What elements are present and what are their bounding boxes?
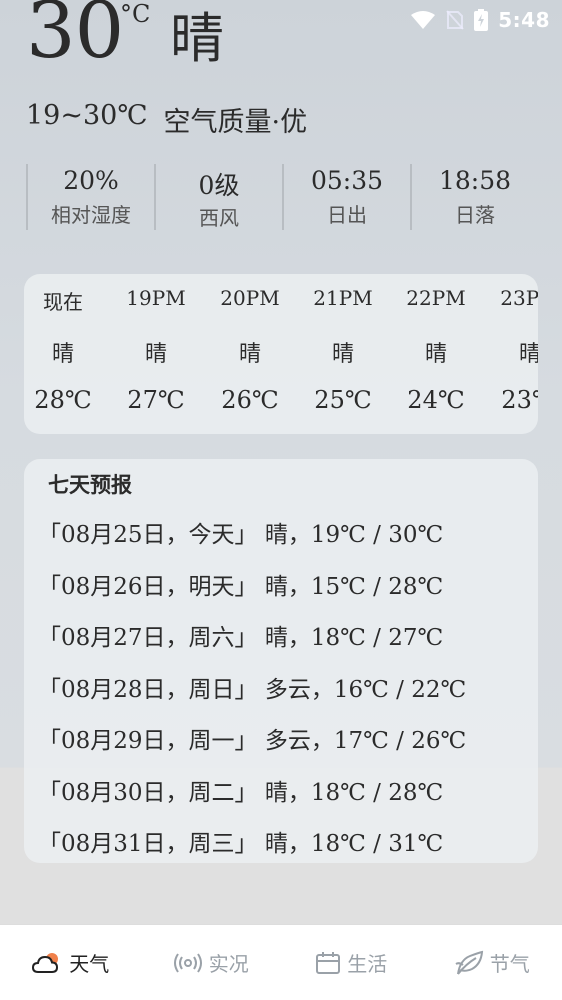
forecast-row: 「08月26日，明天」 晴，15℃ / 28℃ (38, 574, 444, 600)
forecast-row: 「08月30日，周二」 晴，18℃ / 28℃ (38, 780, 444, 806)
hourly-condition: 晴 (331, 342, 354, 367)
hourly-item: 现在 晴 28℃ (24, 274, 103, 434)
stat-value: 20% (63, 166, 119, 195)
status-time: 5:48 (498, 8, 550, 32)
battery-charging-icon (474, 9, 489, 31)
status-bar: 5:48 (410, 6, 550, 34)
current-temperature: 30 (26, 0, 124, 76)
weather-stats: 20% 相对湿度 0级 西风 05:35 日出 18:58 日落 (26, 164, 538, 230)
hourly-temp: 27℃ (127, 386, 185, 414)
nav-label: 实况 (208, 952, 249, 976)
stat-sunset: 18:58 日落 (410, 164, 538, 230)
hourly-time: 20PM (220, 286, 280, 310)
current-condition: 晴 (170, 7, 224, 70)
hourly-time: 现在 (43, 290, 83, 314)
stat-value: 18:58 (438, 166, 512, 195)
hourly-time: 22PM (406, 286, 466, 310)
hourly-item: 19PM 晴 27℃ (116, 274, 196, 434)
forecast-row: 「08月29日，周一」 多云，17℃ / 26℃ (38, 728, 467, 754)
forecast-row: 「08月28日，周日」 多云，16℃ / 22℃ (38, 677, 467, 703)
stat-value: 05:35 (310, 166, 384, 195)
leaf-icon (455, 950, 483, 975)
hourly-time: 19PM (126, 286, 186, 310)
nav-solar-terms[interactable]: 节气 (422, 925, 562, 1000)
stat-humidity: 20% 相对湿度 (26, 164, 154, 230)
seven-day-forecast: 七天预报 「08月25日，今天」 晴，19℃ / 30℃ 「08月26日，明天」… (24, 459, 538, 863)
hourly-temp: 24℃ (407, 386, 465, 414)
hourly-condition: 晴 (518, 342, 538, 367)
bottom-nav: 天气 实况 生活 节气 (0, 924, 562, 1000)
nav-live[interactable]: 实况 (141, 925, 282, 1000)
nav-weather[interactable]: 天气 (0, 925, 141, 1000)
hourly-temp: 25℃ (314, 386, 372, 414)
stat-label: 相对湿度 (51, 203, 131, 227)
hourly-temp: 23℃ (501, 386, 538, 414)
air-quality: 空气质量·优 (163, 107, 308, 138)
hourly-item: 20PM 晴 26℃ (210, 274, 290, 434)
no-sim-icon (446, 10, 464, 30)
stat-value: 0级 (198, 171, 240, 200)
forecast-title: 七天预报 (48, 472, 132, 497)
stat-label: 日出 (327, 203, 367, 227)
hourly-time: 23PM (500, 286, 538, 310)
nav-label: 生活 (347, 952, 388, 976)
hourly-forecast[interactable]: 现在 晴 28℃ 19PM 晴 27℃ 20PM 晴 26℃ 21PM 晴 25… (24, 274, 538, 434)
hourly-condition: 晴 (51, 342, 74, 367)
nav-label: 天气 (69, 952, 110, 976)
hourly-item: 21PM 晴 25℃ (303, 274, 383, 434)
nav-label: 节气 (489, 952, 530, 976)
range-line: 19~30℃ 空气质量·优 (26, 100, 307, 139)
forecast-row: 「08月31日，周三」 晴，18℃ / 31℃ (38, 831, 444, 857)
hourly-item: 23PM 晴 23℃ (490, 274, 538, 434)
hourly-time: 21PM (313, 286, 373, 310)
hourly-condition: 晴 (238, 342, 261, 367)
stat-label: 日落 (455, 203, 495, 227)
temperature-unit: °C (120, 0, 151, 28)
cloud-sun-icon (32, 952, 59, 973)
hourly-temp: 28℃ (34, 386, 92, 414)
calendar-icon (316, 951, 341, 974)
stat-sunrise: 05:35 日出 (282, 164, 410, 230)
temperature-range: 19~30℃ (26, 100, 148, 131)
hourly-condition: 晴 (144, 342, 167, 367)
hourly-temp: 26℃ (221, 386, 279, 414)
nav-life[interactable]: 生活 (281, 925, 422, 1000)
forecast-row: 「08月27日，周六」 晴，18℃ / 27℃ (38, 625, 444, 651)
wifi-icon (411, 11, 436, 29)
forecast-row: 「08月25日，今天」 晴，19℃ / 30℃ (38, 522, 444, 548)
stat-wind: 0级 西风 (154, 164, 282, 230)
stat-label: 西风 (199, 206, 239, 230)
hourly-condition: 晴 (424, 342, 447, 367)
hourly-item: 22PM 晴 24℃ (396, 274, 476, 434)
broadcast-icon (173, 952, 202, 973)
